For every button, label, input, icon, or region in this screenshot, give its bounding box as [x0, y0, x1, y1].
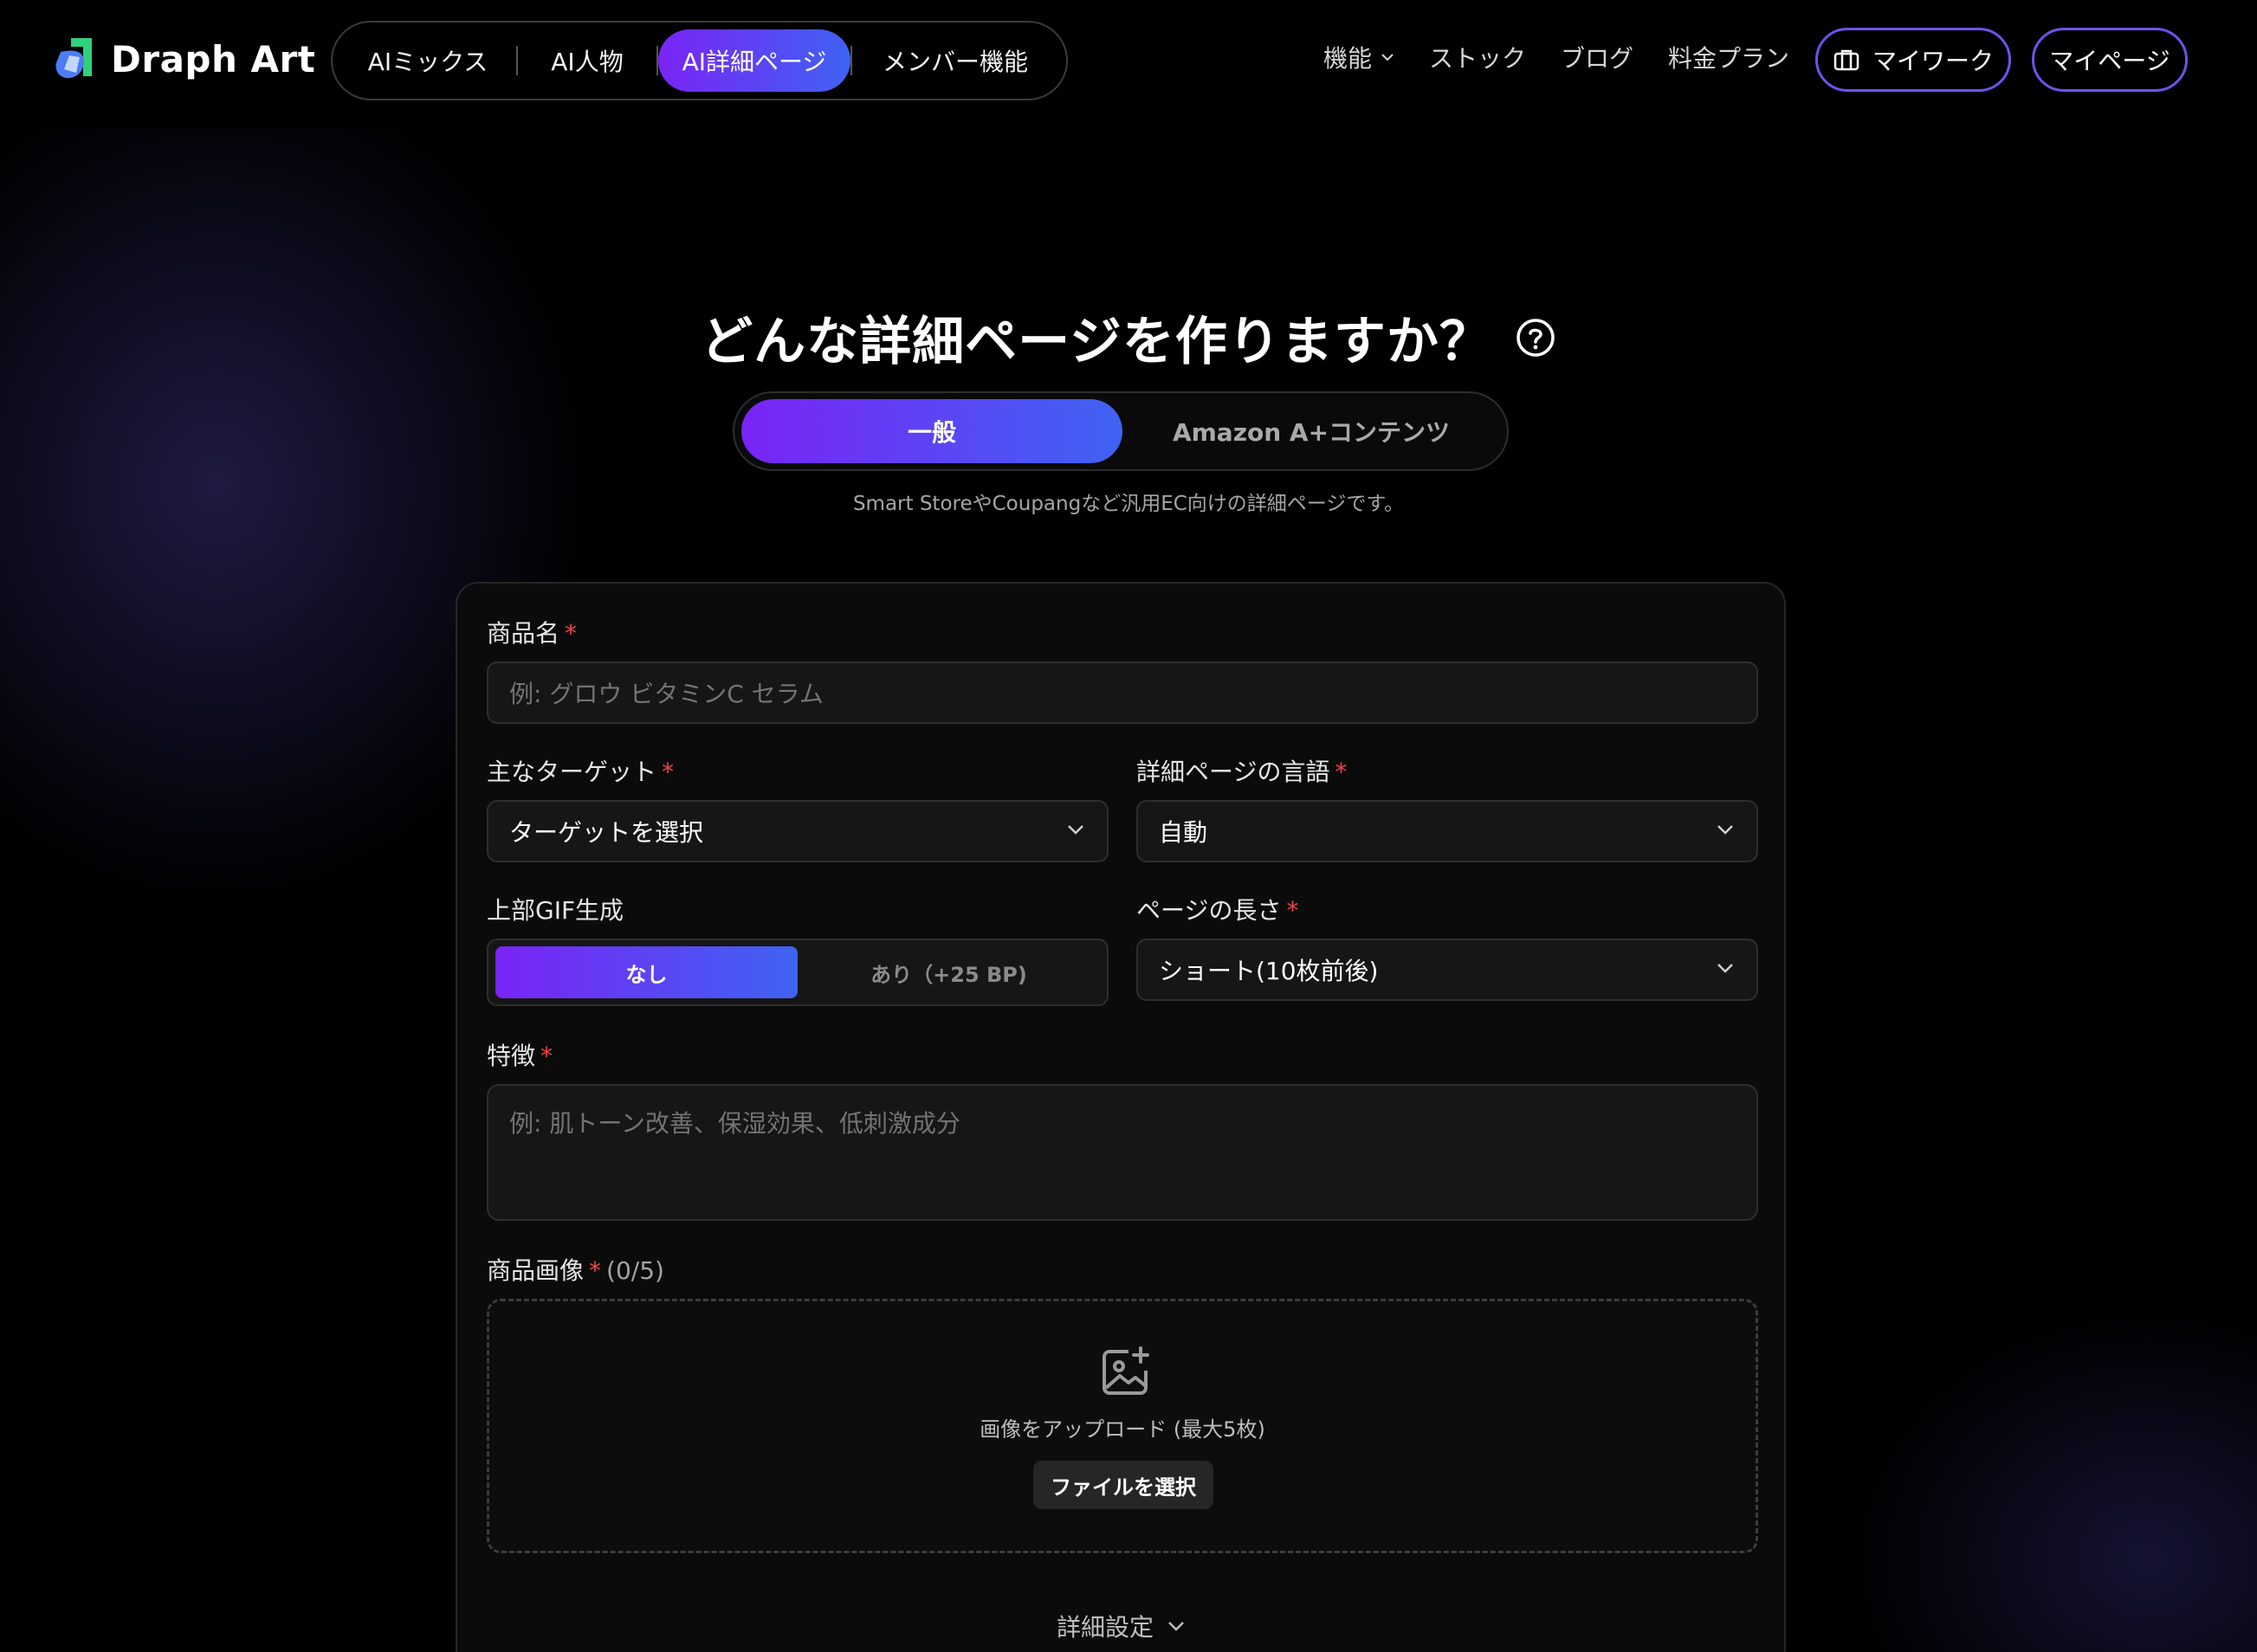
- page-length-label-text: ページの長さ: [1136, 896, 1282, 925]
- page-length-value: ショート(10枚前後): [1159, 957, 1379, 985]
- gif-option-yes[interactable]: あり（+25 BP): [798, 946, 1100, 998]
- tab-member-features[interactable]: メンバー機能: [852, 29, 1058, 92]
- my-work-label: マイワーク: [1872, 47, 1994, 75]
- tab-ai-mix[interactable]: AIミックス: [340, 29, 516, 92]
- product-tabs: AIミックス AI人物 AI詳細ページ メンバー機能: [331, 21, 1068, 100]
- tab-ai-person[interactable]: AI人物: [518, 29, 656, 92]
- product-images-label: 商品画像 * (0/5): [487, 1252, 664, 1287]
- advanced-settings-label: 詳細設定: [1056, 1613, 1154, 1642]
- required-mark: *: [1335, 758, 1348, 786]
- draph-logo-icon: [55, 38, 92, 79]
- features-label: 特徴 *: [487, 1037, 553, 1072]
- target-select-value: ターゲットを選択: [509, 818, 704, 847]
- product-name-placeholder: 例: グロウ ビタミンC セラム: [509, 680, 824, 708]
- help-icon[interactable]: [1515, 317, 1556, 358]
- target-label: 主なターゲット *: [487, 753, 674, 788]
- briefcase-icon: [1833, 49, 1859, 71]
- language-label: 詳細ページの言語 *: [1136, 753, 1347, 788]
- required-mark: *: [1286, 896, 1299, 925]
- chevron-down-icon: [1717, 964, 1733, 973]
- upload-instructions: 画像をアップロード (最大5枚): [980, 1417, 1265, 1442]
- product-name-label: 商品名 *: [487, 615, 577, 649]
- chevron-down-icon: [1068, 825, 1083, 835]
- pricing-link[interactable]: 料金プラン: [1668, 40, 1789, 74]
- language-select[interactable]: 自動: [1136, 800, 1758, 862]
- target-select[interactable]: ターゲットを選択: [487, 800, 1109, 862]
- features-menu[interactable]: 機能: [1323, 40, 1394, 74]
- target-label-text: 主なターゲット: [487, 758, 657, 786]
- detail-page-form: 商品名 * 例: グロウ ビタミンC セラム 主なターゲット * ターゲットを選択 …: [456, 582, 1786, 1652]
- language-label-text: 詳細ページの言語: [1136, 758, 1330, 786]
- chevron-down-icon: [1381, 54, 1394, 61]
- top-navigation: Draph Art AIミックス AI人物 AI詳細ページ メンバー機能 機能 …: [0, 0, 2257, 128]
- product-name-label-text: 商品名: [487, 619, 560, 648]
- gif-toggle: なし あり（+25 BP): [487, 939, 1109, 1006]
- add-image-icon: [1103, 1346, 1149, 1395]
- required-mark: *: [589, 1256, 602, 1285]
- my-work-button[interactable]: マイワーク: [1815, 28, 2011, 92]
- advanced-settings-toggle[interactable]: 詳細設定: [457, 1609, 1784, 1643]
- features-label-text: 特徴: [487, 1042, 536, 1070]
- choose-file-button[interactable]: ファイルを選択: [1033, 1461, 1213, 1509]
- stock-link[interactable]: ストック: [1429, 40, 1526, 74]
- page-length-select[interactable]: ショート(10枚前後): [1136, 939, 1758, 1001]
- product-name-input[interactable]: 例: グロウ ビタミンC セラム: [487, 661, 1758, 724]
- page-title: どんな詳細ページを作りますか？: [701, 312, 1492, 372]
- language-select-value: 自動: [1159, 818, 1208, 847]
- my-page-button[interactable]: マイページ: [2032, 28, 2188, 92]
- chevron-down-icon: [1717, 825, 1733, 835]
- mode-general[interactable]: 一般: [741, 399, 1122, 463]
- features-placeholder: 例: 肌トーン改善、保湿効果、低刺激成分: [509, 1109, 960, 1138]
- tab-ai-detail-page[interactable]: AI詳細ページ: [658, 29, 850, 92]
- gif-option-none[interactable]: なし: [495, 946, 798, 998]
- page-type-toggle: 一般 Amazon A+コンテンツ: [733, 391, 1509, 471]
- page-length-label: ページの長さ *: [1136, 892, 1298, 926]
- page-title-row: どんな詳細ページを作りますか？: [0, 300, 2257, 375]
- mode-description: Smart StoreやCoupangなど汎用EC向けの詳細ページです。: [852, 493, 1405, 515]
- required-mark: *: [565, 619, 578, 648]
- product-images-label-text: 商品画像: [487, 1256, 585, 1285]
- site-links: 機能 ストック ブログ 料金プラン: [1323, 40, 1824, 74]
- brand-logo[interactable]: Draph Art: [54, 35, 315, 83]
- features-menu-label: 機能: [1323, 44, 1373, 73]
- chevron-down-icon: [1168, 1622, 1184, 1631]
- required-mark: *: [662, 758, 675, 786]
- gif-label: 上部GIF生成: [487, 896, 624, 925]
- required-mark: *: [540, 1042, 553, 1070]
- features-textarea[interactable]: 例: 肌トーン改善、保湿効果、低刺激成分: [487, 1084, 1758, 1221]
- image-count: (0/5): [606, 1256, 664, 1285]
- blog-link[interactable]: ブログ: [1561, 40, 1633, 74]
- image-dropzone[interactable]: 画像をアップロード (最大5枚) ファイルを選択: [487, 1299, 1758, 1553]
- mode-amazon-a-plus[interactable]: Amazon A+コンテンツ: [1122, 399, 1500, 463]
- brand-name: Draph Art: [111, 37, 316, 81]
